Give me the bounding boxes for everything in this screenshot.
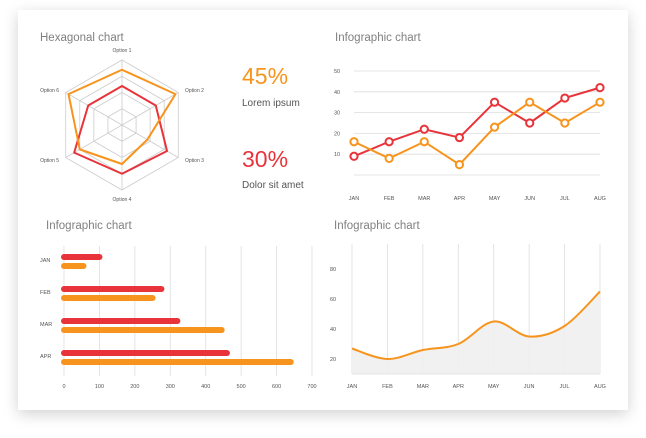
hbar-chart: 0 100 200 300 400 500 600 700 JAN FEB MAR APR xyxy=(40,246,317,390)
area-chart-title: Infographic chart xyxy=(334,220,420,232)
stat-label-2: Dolor sit amet xyxy=(242,180,304,191)
line-point xyxy=(489,122,500,132)
radar-option-label: Option 3 xyxy=(185,158,204,164)
line-chart: 10 20 30 40 50 JAN FEB MAR APR MAY JUN JUL AUG xyxy=(334,69,606,202)
line-point xyxy=(595,83,605,93)
radar-option-label: Option 5 xyxy=(40,158,59,164)
hbar-category-label: JAN xyxy=(40,258,50,264)
area-ytick-label: 60 xyxy=(330,297,336,303)
line-point xyxy=(349,151,359,161)
stat-value-2: 30% xyxy=(242,146,288,172)
hbar-category-label: APR xyxy=(40,354,51,360)
area-chart: JAN FEB MAR APR MAY JUN JUL AUG 20 40 60 80 xyxy=(330,244,606,390)
line-point xyxy=(595,97,605,107)
line-xtick-label: JAN xyxy=(349,196,359,202)
hbar-xtick-label: 400 xyxy=(201,384,210,390)
radar-title: Hexagonal chart xyxy=(40,32,125,44)
line-ytick-label: 20 xyxy=(334,131,340,137)
line-point xyxy=(454,132,465,143)
hbar-xtick-label: 0 xyxy=(62,384,65,390)
line-point xyxy=(349,137,359,147)
line-point xyxy=(525,118,535,128)
hbar-chart-title: Infographic chart xyxy=(46,220,132,232)
hbar-category-label: MAR xyxy=(40,322,52,328)
line-point xyxy=(454,160,465,170)
line-xtick-label: JUL xyxy=(560,196,570,202)
radar-option-label: Option 6 xyxy=(40,88,59,94)
radar-option-label: Option 4 xyxy=(113,197,132,203)
radar-option-label: Option 2 xyxy=(185,88,204,94)
line-xtick-label: MAR xyxy=(418,196,430,202)
stat-value-1: 45% xyxy=(242,63,288,89)
line-point xyxy=(419,124,429,134)
line-point xyxy=(489,97,500,107)
line-xtick-label: APR xyxy=(454,196,465,202)
line-point xyxy=(419,137,429,147)
hbar-category-label: FEB xyxy=(40,290,51,296)
line-point xyxy=(384,137,394,147)
area-xtick-label: MAR xyxy=(417,384,429,390)
stat-label-1: Lorem ipsum xyxy=(242,98,300,109)
area-xtick-label: APR xyxy=(453,384,464,390)
hbar-xtick-label: 600 xyxy=(272,384,281,390)
line-point xyxy=(560,118,570,128)
line-xtick-label: FEB xyxy=(384,196,395,202)
area-xtick-label: JUN xyxy=(524,384,535,390)
line-ytick-label: 10 xyxy=(334,152,340,158)
line-xtick-label: JUN xyxy=(524,196,535,202)
area-ytick-label: 80 xyxy=(330,267,336,273)
line-xtick-label: MAY xyxy=(489,196,501,202)
area-xtick-label: AUG xyxy=(594,384,606,390)
line-ytick-label: 50 xyxy=(334,69,340,75)
area-xtick-label: MAY xyxy=(488,384,500,390)
area-xtick-label: JUL xyxy=(560,384,570,390)
line-xtick-label: AUG xyxy=(594,196,606,202)
line-ytick-label: 40 xyxy=(334,90,340,96)
line-point xyxy=(525,97,535,107)
area-xtick-label: FEB xyxy=(382,384,393,390)
hbar-xtick-label: 200 xyxy=(130,384,139,390)
hbar-xtick-label: 100 xyxy=(95,384,104,390)
line-ytick-label: 30 xyxy=(334,111,340,117)
radar-chart: Option 1 Option 2 Option 3 Option 4 Option 5… xyxy=(40,48,204,203)
hbar-xtick-label: 500 xyxy=(237,384,246,390)
area-ytick-label: 40 xyxy=(330,327,336,333)
line-point xyxy=(560,93,570,103)
area-ytick-label: 20 xyxy=(330,357,336,363)
hbar-xtick-label: 300 xyxy=(166,384,175,390)
radar-option-label: Option 1 xyxy=(113,48,132,54)
line-point xyxy=(384,153,394,163)
dashboard-canvas: Hexagonal chart Infographic chart Infogr… xyxy=(40,32,606,390)
area-xtick-label: JAN xyxy=(347,384,357,390)
hbar-xtick-label: 700 xyxy=(307,384,316,390)
line-chart-title: Infographic chart xyxy=(335,32,421,44)
